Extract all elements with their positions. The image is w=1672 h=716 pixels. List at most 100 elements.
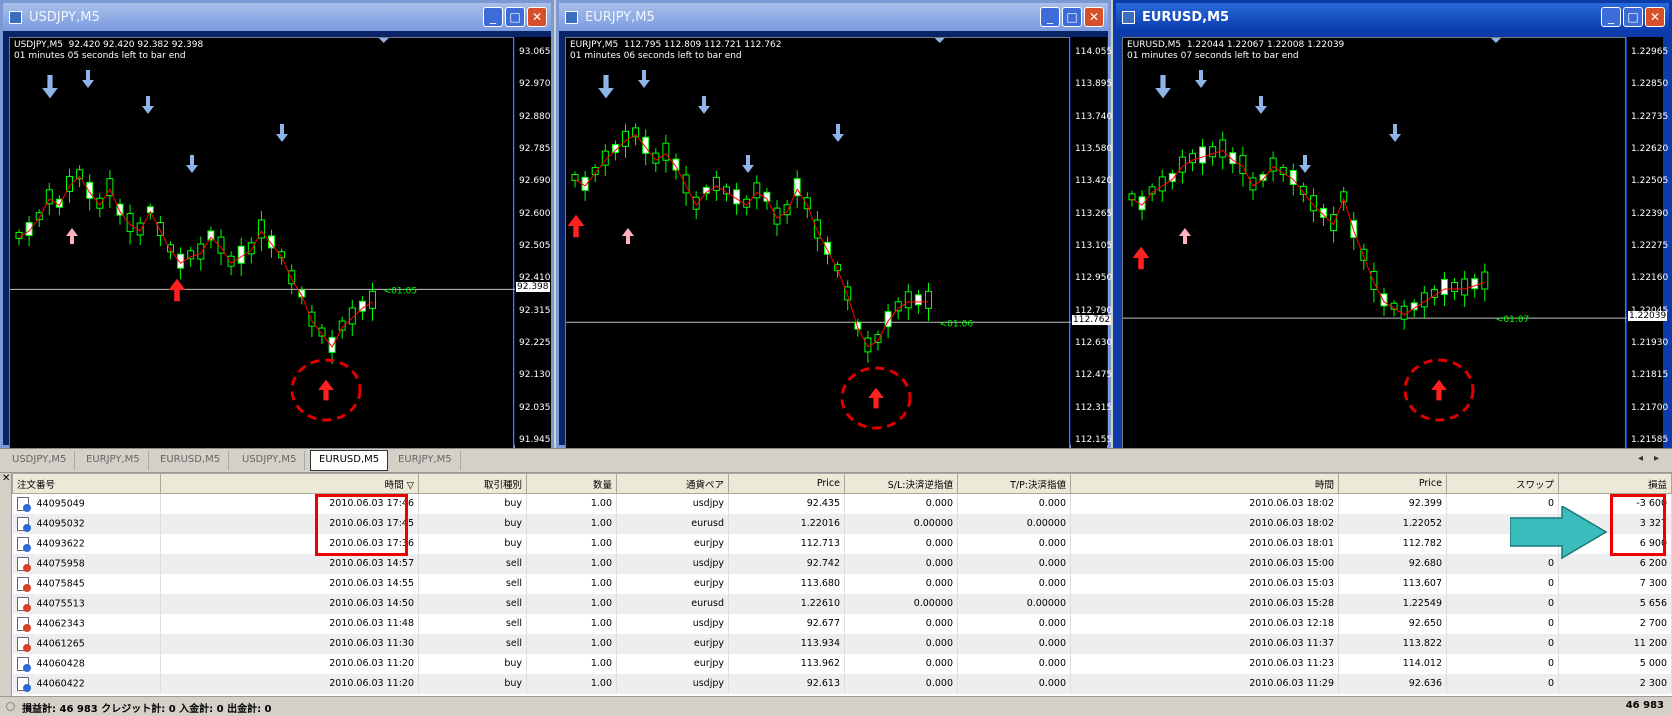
close-button[interactable]: ✕ — [1084, 7, 1104, 27]
col-symbol[interactable]: 通貨ペア — [616, 473, 729, 494]
col-sl[interactable]: S/L:決済逆指値 — [844, 473, 958, 494]
col-profit[interactable]: 損益 — [1558, 473, 1672, 494]
bar-timer-label: <01:05 — [384, 286, 417, 296]
price-tick-label: 1.22390 — [1631, 208, 1669, 219]
arrow-shape — [1179, 228, 1191, 244]
price-axis[interactable]: 1.22965 1.22850 1.22735 1.22620 1.22505 1.223… — [1627, 37, 1668, 449]
title-bar[interactable]: USDJPY,M5 _ □ ✕ — [3, 3, 551, 31]
candle-body — [925, 290, 932, 309]
cell: buy — [418, 513, 527, 534]
cell: 1.00 — [526, 633, 617, 654]
tab-chart[interactable]: USDJPY,M5 — [234, 451, 306, 470]
table-row[interactable]: 44093622 2010.06.03 17:36 buy 1.00 eurjpy 112… — [12, 533, 1672, 554]
col-open-time[interactable]: 時間 ▽ — [160, 473, 419, 494]
cell: sell — [418, 573, 527, 594]
cell: 2010.06.03 15:28 — [1070, 593, 1339, 614]
cell: 2010.06.03 18:01 — [1070, 533, 1339, 554]
col-tp[interactable]: T/P:決済指値 — [957, 473, 1071, 494]
table-row[interactable]: 44060422 2010.06.03 11:20 buy 1.00 usdjpy 92.… — [12, 673, 1672, 694]
cell: 0.000 — [957, 573, 1071, 594]
col-lots[interactable]: 数量 — [526, 473, 617, 494]
col-close-price[interactable]: Price — [1338, 473, 1447, 494]
price-tick-label: 113.420 — [1075, 176, 1113, 187]
close-icon[interactable]: ✕ — [0, 473, 11, 484]
col-type[interactable]: 取引種別 — [418, 473, 527, 494]
title-bar[interactable]: EURJPY,M5 _ □ ✕ — [559, 3, 1108, 31]
candle-body — [1461, 278, 1469, 296]
table-row[interactable]: 44095032 2010.06.03 17:45 buy 1.00 eurusd 1.2… — [12, 513, 1672, 534]
close-button[interactable]: ✕ — [527, 7, 547, 27]
candle-body — [237, 245, 245, 264]
terminal-panel: ✕ 注文番号 時間 ▽ 取引種別 数量 通貨ペア Price S/L:決済逆指値… — [0, 472, 1672, 716]
highlight-box-profit — [1610, 494, 1666, 556]
table-row[interactable]: 44075845 2010.06.03 14:55 sell 1.00 eurjpy 11… — [12, 573, 1672, 594]
candle-body — [1158, 176, 1166, 192]
buy-order-icon — [16, 656, 31, 672]
minimize-button[interactable]: _ — [1601, 7, 1621, 27]
cell: 0.000 — [844, 653, 958, 674]
minimize-button[interactable]: _ — [483, 7, 503, 27]
down-arrow-icon — [142, 96, 154, 114]
price-tick-label: 1.22275 — [1631, 241, 1669, 251]
col-order[interactable]: 注文番号 — [12, 473, 161, 494]
status-icon — [6, 702, 15, 711]
order-cell: 44093622 — [12, 533, 161, 554]
title-bar[interactable]: EURUSD,M5 _ □ ✕ — [1116, 3, 1669, 31]
candle-body — [894, 301, 902, 312]
tab-scroll-left-icon[interactable]: ◂ — [1638, 453, 1643, 464]
cell: 0.000 — [844, 633, 958, 654]
chart-window-eurusd[interactable]: EURUSD,M5 _ □ ✕ <01:07 EURUSD,M5 1.22044… — [1113, 0, 1672, 449]
table-row[interactable]: 44095049 2010.06.03 17:46 buy 1.00 usdjpy 92.… — [12, 493, 1672, 514]
arrow-shape — [832, 124, 844, 142]
price-chart[interactable]: <01:07 EURUSD,M5 1.22044 1.22067 1.22008… — [1122, 37, 1627, 449]
minimize-button[interactable]: _ — [1040, 7, 1060, 27]
cell: 2 300 — [1558, 673, 1672, 694]
cell: 0.000 — [957, 533, 1071, 554]
maximize-button[interactable]: □ — [1623, 7, 1643, 27]
cell: 92.680 — [1338, 553, 1447, 574]
down-arrow-icon — [638, 70, 650, 88]
price-tick-label: 1.22505 — [1631, 176, 1669, 187]
cell: 0.000 — [957, 613, 1071, 634]
col-open-price[interactable]: Price — [728, 473, 845, 494]
cell: 2010.06.03 14:50 — [160, 593, 419, 614]
table-row[interactable]: 44075958 2010.06.03 14:57 sell 1.00 usdjpy 92… — [12, 553, 1672, 574]
candle-body — [1199, 146, 1207, 164]
tab-scroll-right-icon[interactable]: ▸ — [1654, 453, 1659, 464]
col-swap[interactable]: スワップ — [1446, 473, 1559, 494]
cell: buy — [418, 653, 527, 674]
tab-chart[interactable]: EURJPY,M5 — [78, 451, 149, 470]
current-price-label: 1.22039 — [1628, 311, 1668, 322]
price-chart[interactable]: <01:05 USDJPY,M5 92.420 92.420 92.382 92… — [9, 37, 515, 449]
cell: 1.22549 — [1338, 593, 1447, 614]
tab-chart[interactable]: EURUSD,M5 — [152, 451, 230, 470]
candle-body — [914, 294, 922, 306]
price-chart[interactable]: <01:06 EURJPY,M5 112.795 112.809 112.721… — [565, 37, 1071, 449]
cell: 5 656 — [1558, 593, 1672, 614]
current-price-label: 112.762 — [1072, 315, 1112, 326]
table-row[interactable]: 44062343 2010.06.03 11:48 sell 1.00 usdjpy 92… — [12, 613, 1672, 634]
cell: 2010.06.03 18:02 — [1070, 513, 1339, 534]
candle-body — [86, 181, 94, 199]
chart-window-usdjpy[interactable]: USDJPY,M5 _ □ ✕ <01:05 USDJPY,M5 92.420 … — [0, 0, 554, 449]
shift-marker-icon — [1490, 38, 1501, 43]
close-button[interactable]: ✕ — [1645, 7, 1665, 27]
maximize-button[interactable]: □ — [505, 7, 525, 27]
price-tick-label: 91.945 — [519, 435, 551, 445]
down-arrow-icon — [742, 155, 754, 173]
cell: sell — [418, 593, 527, 614]
tab-chart[interactable]: EURJPY,M5 — [390, 451, 461, 470]
tab-chart[interactable]: USDJPY,M5 — [4, 451, 76, 470]
price-tick-label: 1.21700 — [1631, 402, 1669, 413]
table-row[interactable]: 44061265 2010.06.03 11:30 sell 1.00 eurjpy 11… — [12, 633, 1672, 654]
tab-chart-active[interactable]: EURUSD,M5 — [310, 450, 389, 471]
maximize-button[interactable]: □ — [1062, 7, 1082, 27]
col-close-time[interactable]: 時間 — [1070, 473, 1339, 494]
cell: 2010.06.03 14:57 — [160, 553, 419, 574]
cell: buy — [418, 493, 527, 514]
chart-window-eurjpy[interactable]: EURJPY,M5 _ □ ✕ <01:06 EURJPY,M5 112.795… — [556, 0, 1112, 449]
table-row[interactable]: 44060428 2010.06.03 11:20 buy 1.00 eurjpy 113… — [12, 653, 1672, 674]
price-axis[interactable]: 93.065 92.970 92.880 92.785 92.690 92.600 92.5… — [515, 37, 551, 449]
price-axis[interactable]: 114.055 113.895 113.740 113.580 113.420 113.2… — [1071, 37, 1112, 449]
table-row[interactable]: 44075513 2010.06.03 14:50 sell 1.00 eurusd 1.… — [12, 593, 1672, 614]
